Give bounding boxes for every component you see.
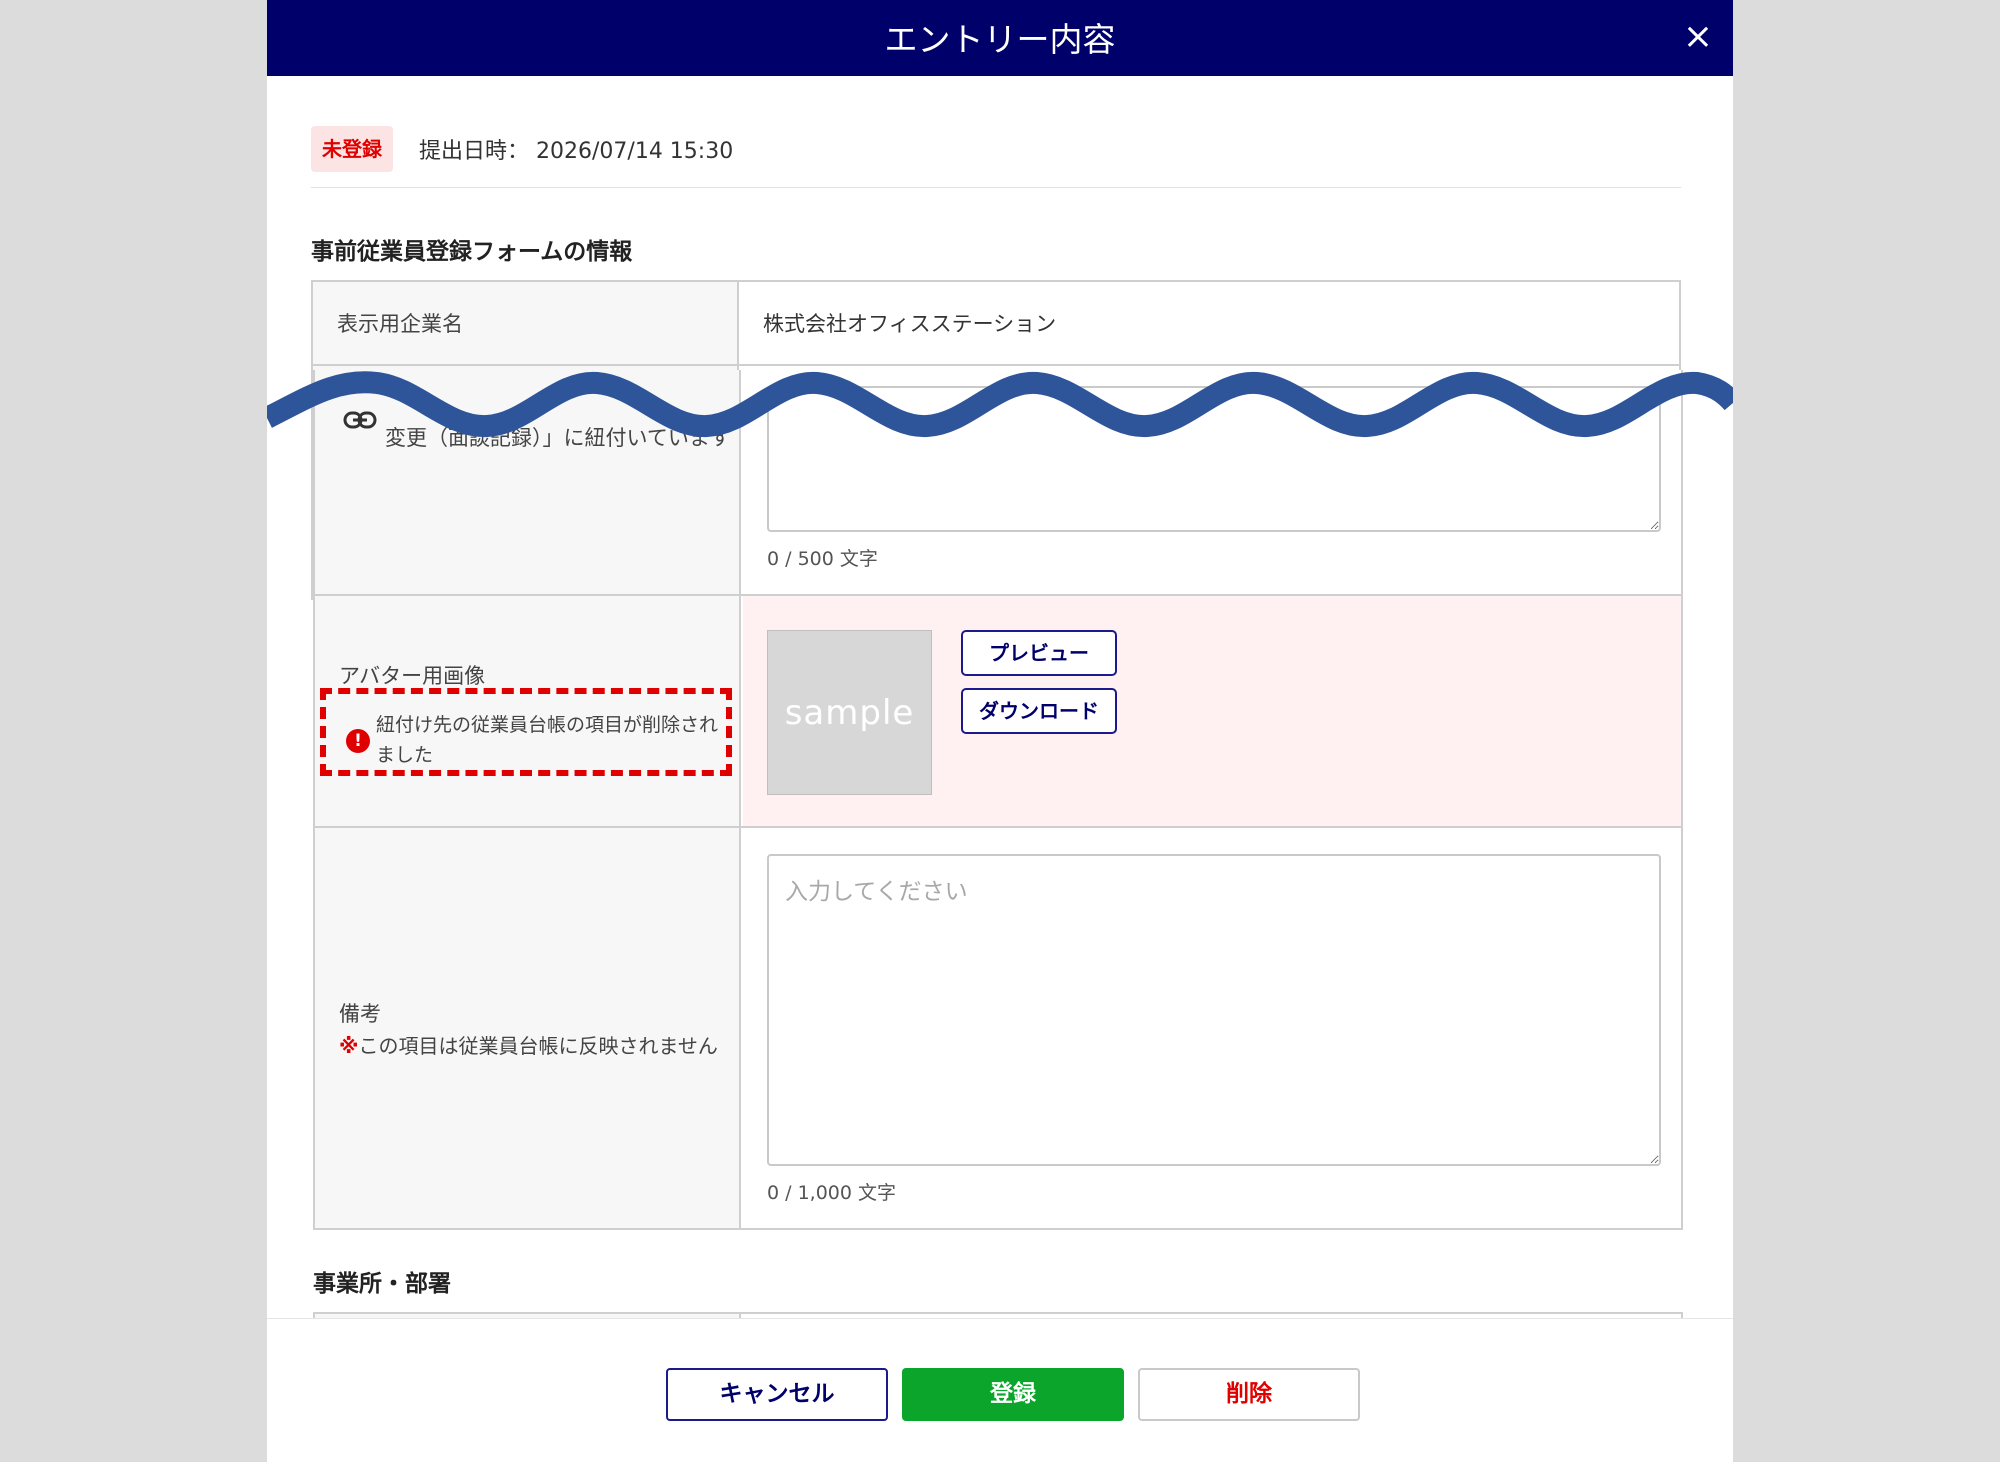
avatar-label: アバター用画像 <box>339 664 486 688</box>
notes-caution-text: この項目は従業員台帳に反映されません <box>358 1034 718 1058</box>
notes-textarea[interactable] <box>767 854 1661 1166</box>
warning-text: 紐付け先の従業員台帳の項目が削除されました <box>376 714 719 766</box>
cancel-button[interactable]: キャンセル <box>666 1368 888 1421</box>
delete-button[interactable]: 削除 <box>1138 1368 1360 1421</box>
avatar-image: sample <box>767 630 932 795</box>
entry-modal: エントリー内容 × 未登録 提出日時： 2026/07/14 15:30 事前従… <box>267 0 1733 1462</box>
submitted-value: 2026/07/14 15:30 <box>536 139 734 164</box>
preview-button[interactable]: プレビュー <box>961 630 1117 676</box>
section-title-form-info: 事前従業員登録フォームの情報 <box>311 239 633 265</box>
avatar-sample-text: sample <box>784 692 915 733</box>
notes-caution: ※この項目は従業員台帳に反映されません <box>339 1030 718 1059</box>
deleted-link-warning: ! 紐付け先の従業員台帳の項目が削除されました <box>320 688 732 776</box>
linked-field-counter: 0 / 500 文字 <box>767 548 878 570</box>
section-title-office: 事業所・部署 <box>313 1271 451 1297</box>
close-icon[interactable]: × <box>1673 12 1723 62</box>
submitted-label: 提出日時： <box>419 139 530 164</box>
modal-header: エントリー内容 × <box>267 0 1733 76</box>
download-button[interactable]: ダウンロード <box>961 688 1117 734</box>
register-button[interactable]: 登録 <box>902 1368 1124 1421</box>
status-badge: 未登録 <box>311 126 393 172</box>
error-icon: ! <box>346 729 370 753</box>
divider <box>311 187 1681 188</box>
notes-counter: 0 / 1,000 文字 <box>767 1182 897 1204</box>
form-info-table: 変更（面談記録）」に紐付いています 0 / 500 文字 アバター用画像 sam… <box>313 370 1683 1230</box>
modal-title: エントリー内容 <box>884 20 1116 59</box>
modal-footer: キャンセル 登録 削除 <box>267 1318 1733 1462</box>
company-name-value: 株式会社オフィスステーション <box>763 312 1057 336</box>
status-row: 未登録 提出日時： 2026/07/14 15:30 <box>311 126 733 172</box>
company-name-label: 表示用企業名 <box>337 312 463 336</box>
table-label-column <box>315 370 741 1228</box>
row-divider <box>315 826 1681 828</box>
notes-label: 備考 <box>339 1002 381 1026</box>
wave-break <box>267 371 1733 437</box>
note-mark: ※ <box>339 1034 359 1058</box>
submitted-datetime: 提出日時： 2026/07/14 15:30 <box>419 133 733 165</box>
